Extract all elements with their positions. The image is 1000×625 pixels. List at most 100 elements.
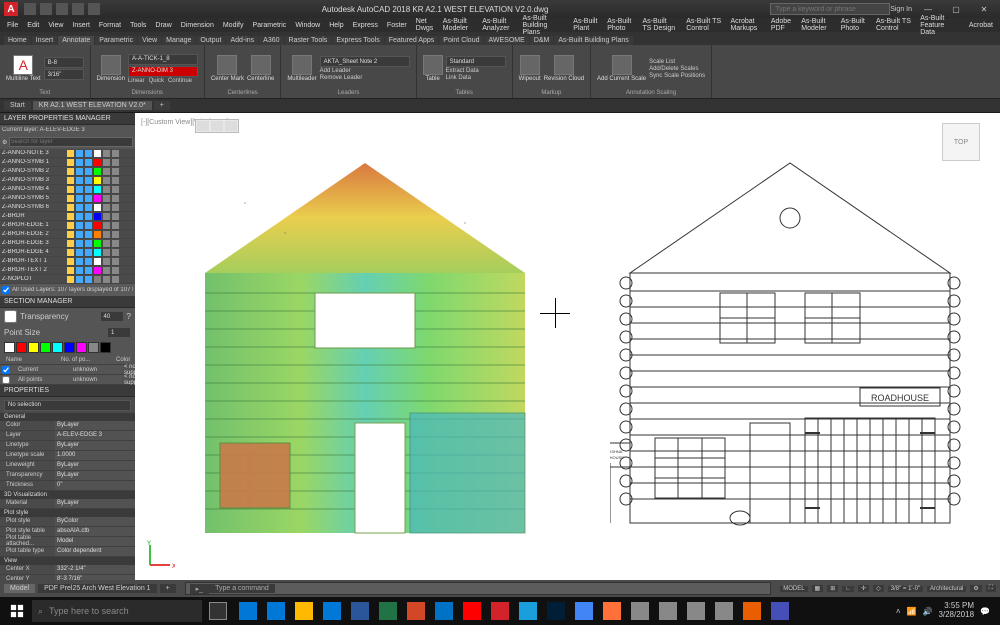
- layer-filter-checkbox[interactable]: [2, 286, 10, 294]
- taskbar-app-teams[interactable]: [766, 599, 794, 623]
- prop-row[interactable]: Plot table attached...Model: [0, 537, 135, 547]
- menu-draw[interactable]: Draw: [152, 22, 174, 29]
- prop-row[interactable]: Center Y8'-3 7/16": [0, 575, 135, 581]
- ribbon-tab-raster-tools[interactable]: Raster Tools: [285, 36, 332, 45]
- file-tab-new-icon[interactable]: +: [154, 101, 170, 110]
- leader-style-dropdown[interactable]: AKTA_Sheet Note 2: [320, 56, 410, 67]
- menu-parametric[interactable]: Parametric: [249, 22, 289, 29]
- menu-foster[interactable]: Foster: [384, 22, 410, 29]
- dim-continue-button[interactable]: Continue: [168, 78, 192, 84]
- ribbon-tab-home[interactable]: Home: [4, 36, 31, 45]
- layer-search-input[interactable]: [9, 137, 133, 147]
- status-model-button[interactable]: MODEL: [780, 586, 807, 592]
- layout-tab-new-icon[interactable]: +: [160, 584, 176, 593]
- prop-row[interactable]: ColorByLayer: [0, 421, 135, 431]
- ribbon-tab-insert[interactable]: Insert: [32, 36, 58, 45]
- menu-file[interactable]: File: [4, 22, 21, 29]
- taskbar-app-outlook[interactable]: [430, 599, 458, 623]
- taskbar-app-store[interactable]: [318, 599, 346, 623]
- menu-tools[interactable]: Tools: [127, 22, 149, 29]
- multileader-button[interactable]: Multileader: [287, 55, 316, 82]
- table-button[interactable]: Table: [423, 55, 443, 82]
- prop-row[interactable]: Center X332'-2 1/4": [0, 565, 135, 575]
- add-leader-button[interactable]: Add Leader: [320, 68, 410, 74]
- menu-view[interactable]: View: [45, 22, 66, 29]
- dim-layer-dropdown[interactable]: Z-ANNO-DIM 3: [128, 66, 198, 77]
- task-view-icon[interactable]: [204, 599, 232, 623]
- ribbon-tab-parametric[interactable]: Parametric: [95, 36, 137, 45]
- sync-scale-button[interactable]: Sync Scale Positions: [649, 73, 705, 79]
- menu-as-built-modeler[interactable]: As-Built Modeler: [440, 18, 476, 32]
- selection-dropdown[interactable]: No selection: [4, 400, 131, 411]
- taskbar-app-notepad[interactable]: [626, 599, 654, 623]
- prop-row[interactable]: LineweightByLayer: [0, 461, 135, 471]
- layer-row[interactable]: Z-ANNO-SYMB 5: [0, 194, 135, 203]
- dim-quick-button[interactable]: Quick: [149, 78, 164, 84]
- layer-row[interactable]: Z-BRDR-TEXT 1: [0, 257, 135, 266]
- link-data-button[interactable]: Link Data: [446, 75, 506, 81]
- add-delete-scales-button[interactable]: Add/Delete Scales: [649, 66, 705, 72]
- layer-filter-icon[interactable]: ⚙: [2, 139, 7, 146]
- status-snap-icon[interactable]: ⊞: [827, 585, 838, 592]
- add-current-scale-button[interactable]: Add Current Scale: [597, 55, 646, 82]
- swatch[interactable]: [16, 342, 27, 353]
- notifications-icon[interactable]: 💬: [980, 607, 990, 616]
- menu-window[interactable]: Window: [292, 22, 323, 29]
- status-grid-icon[interactable]: ▦: [812, 585, 824, 592]
- prop-category[interactable]: Plot style: [0, 509, 135, 517]
- layout-tab-sheet[interactable]: PDF Prel25 Arch West Elevation 1: [38, 584, 156, 593]
- layer-row[interactable]: Z-ANNO-SYMB 3: [0, 176, 135, 185]
- status-ortho-icon[interactable]: ∟: [842, 586, 854, 592]
- menu-as-built-modeler[interactable]: As-Built Modeler: [798, 18, 834, 32]
- layer-row[interactable]: Z-BRDR-TEXT 2: [0, 266, 135, 275]
- taskbar-app-powerpoint[interactable]: [402, 599, 430, 623]
- centerline-button[interactable]: Centerline: [247, 55, 274, 82]
- extract-data-button[interactable]: Extract Data: [446, 68, 506, 74]
- ribbon-tab-a360[interactable]: A360: [259, 36, 283, 45]
- file-tab-start[interactable]: Start: [4, 101, 31, 110]
- autocad-logo-icon[interactable]: A: [4, 2, 18, 16]
- layer-row[interactable]: Z-ANNO-SYMB 1: [0, 158, 135, 167]
- layer-row[interactable]: Z-ANNO-SYMB 6: [0, 203, 135, 212]
- dim-linear-button[interactable]: Linear: [128, 78, 145, 84]
- section-help-icon[interactable]: ?: [127, 312, 131, 321]
- layer-row[interactable]: Z-NOPLOT: [0, 275, 135, 284]
- table-style-dropdown[interactable]: Standard: [446, 56, 506, 67]
- menu-as-built-ts-control[interactable]: As-Built TS Control: [683, 18, 724, 32]
- menu-as-built-ts-control[interactable]: As-Built TS Control: [873, 18, 914, 32]
- taskbar-clock[interactable]: 3:55 PM 3/28/2018: [938, 602, 974, 620]
- taskbar-app-photoshop[interactable]: [542, 599, 570, 623]
- qat-undo-icon[interactable]: [72, 3, 84, 15]
- layer-row[interactable]: Z-ANNO-SYMB 2: [0, 167, 135, 176]
- start-button[interactable]: [4, 599, 30, 623]
- layer-row[interactable]: Z-BRDR-EDGE 1: [0, 221, 135, 230]
- prop-row[interactable]: Plot styleByColor: [0, 517, 135, 527]
- menu-express[interactable]: Express: [350, 22, 381, 29]
- taskbar-app-firefox[interactable]: [598, 599, 626, 623]
- qat-new-icon[interactable]: [24, 3, 36, 15]
- prop-row[interactable]: TransparencyByLayer: [0, 471, 135, 481]
- dim-style-dropdown[interactable]: A-A-TICK-1_8: [128, 54, 198, 65]
- ribbon-tab-as-built-building-plans[interactable]: As-Built Building Plans: [554, 36, 632, 45]
- ribbon-tab-annotate[interactable]: Annotate: [58, 36, 94, 45]
- wipeout-button[interactable]: Wipeout: [519, 55, 541, 82]
- menu-help[interactable]: Help: [326, 22, 346, 29]
- status-osnap-icon[interactable]: ◇: [873, 585, 884, 592]
- text-style-dropdown[interactable]: B-8: [44, 57, 84, 68]
- swatch[interactable]: [4, 342, 15, 353]
- taskbar-app-acrobat[interactable]: [458, 599, 486, 623]
- layer-row[interactable]: Z-BRDR-EDGE 4: [0, 248, 135, 257]
- swatch[interactable]: [88, 342, 99, 353]
- menu-acrobat-markups[interactable]: Acrobat Markups: [727, 18, 764, 32]
- menu-dimension[interactable]: Dimension: [178, 22, 217, 29]
- layer-row[interactable]: Z-BRDR: [0, 212, 135, 221]
- taskbar-app-paint[interactable]: [710, 599, 738, 623]
- command-line[interactable]: ▸_ Type a command: [185, 582, 772, 595]
- menu-as-built-photo[interactable]: As-Built Photo: [604, 18, 636, 32]
- menu-as-built-ts-design[interactable]: As-Built TS Design: [640, 18, 681, 32]
- vp-tool-icon[interactable]: [211, 121, 223, 131]
- tray-volume-icon[interactable]: 🔊: [922, 607, 932, 616]
- prop-category[interactable]: General: [0, 413, 135, 421]
- ribbon-tab-point-cloud[interactable]: Point Cloud: [439, 36, 483, 45]
- menu-as-built-feature-data[interactable]: As-Built Feature Data: [917, 15, 963, 36]
